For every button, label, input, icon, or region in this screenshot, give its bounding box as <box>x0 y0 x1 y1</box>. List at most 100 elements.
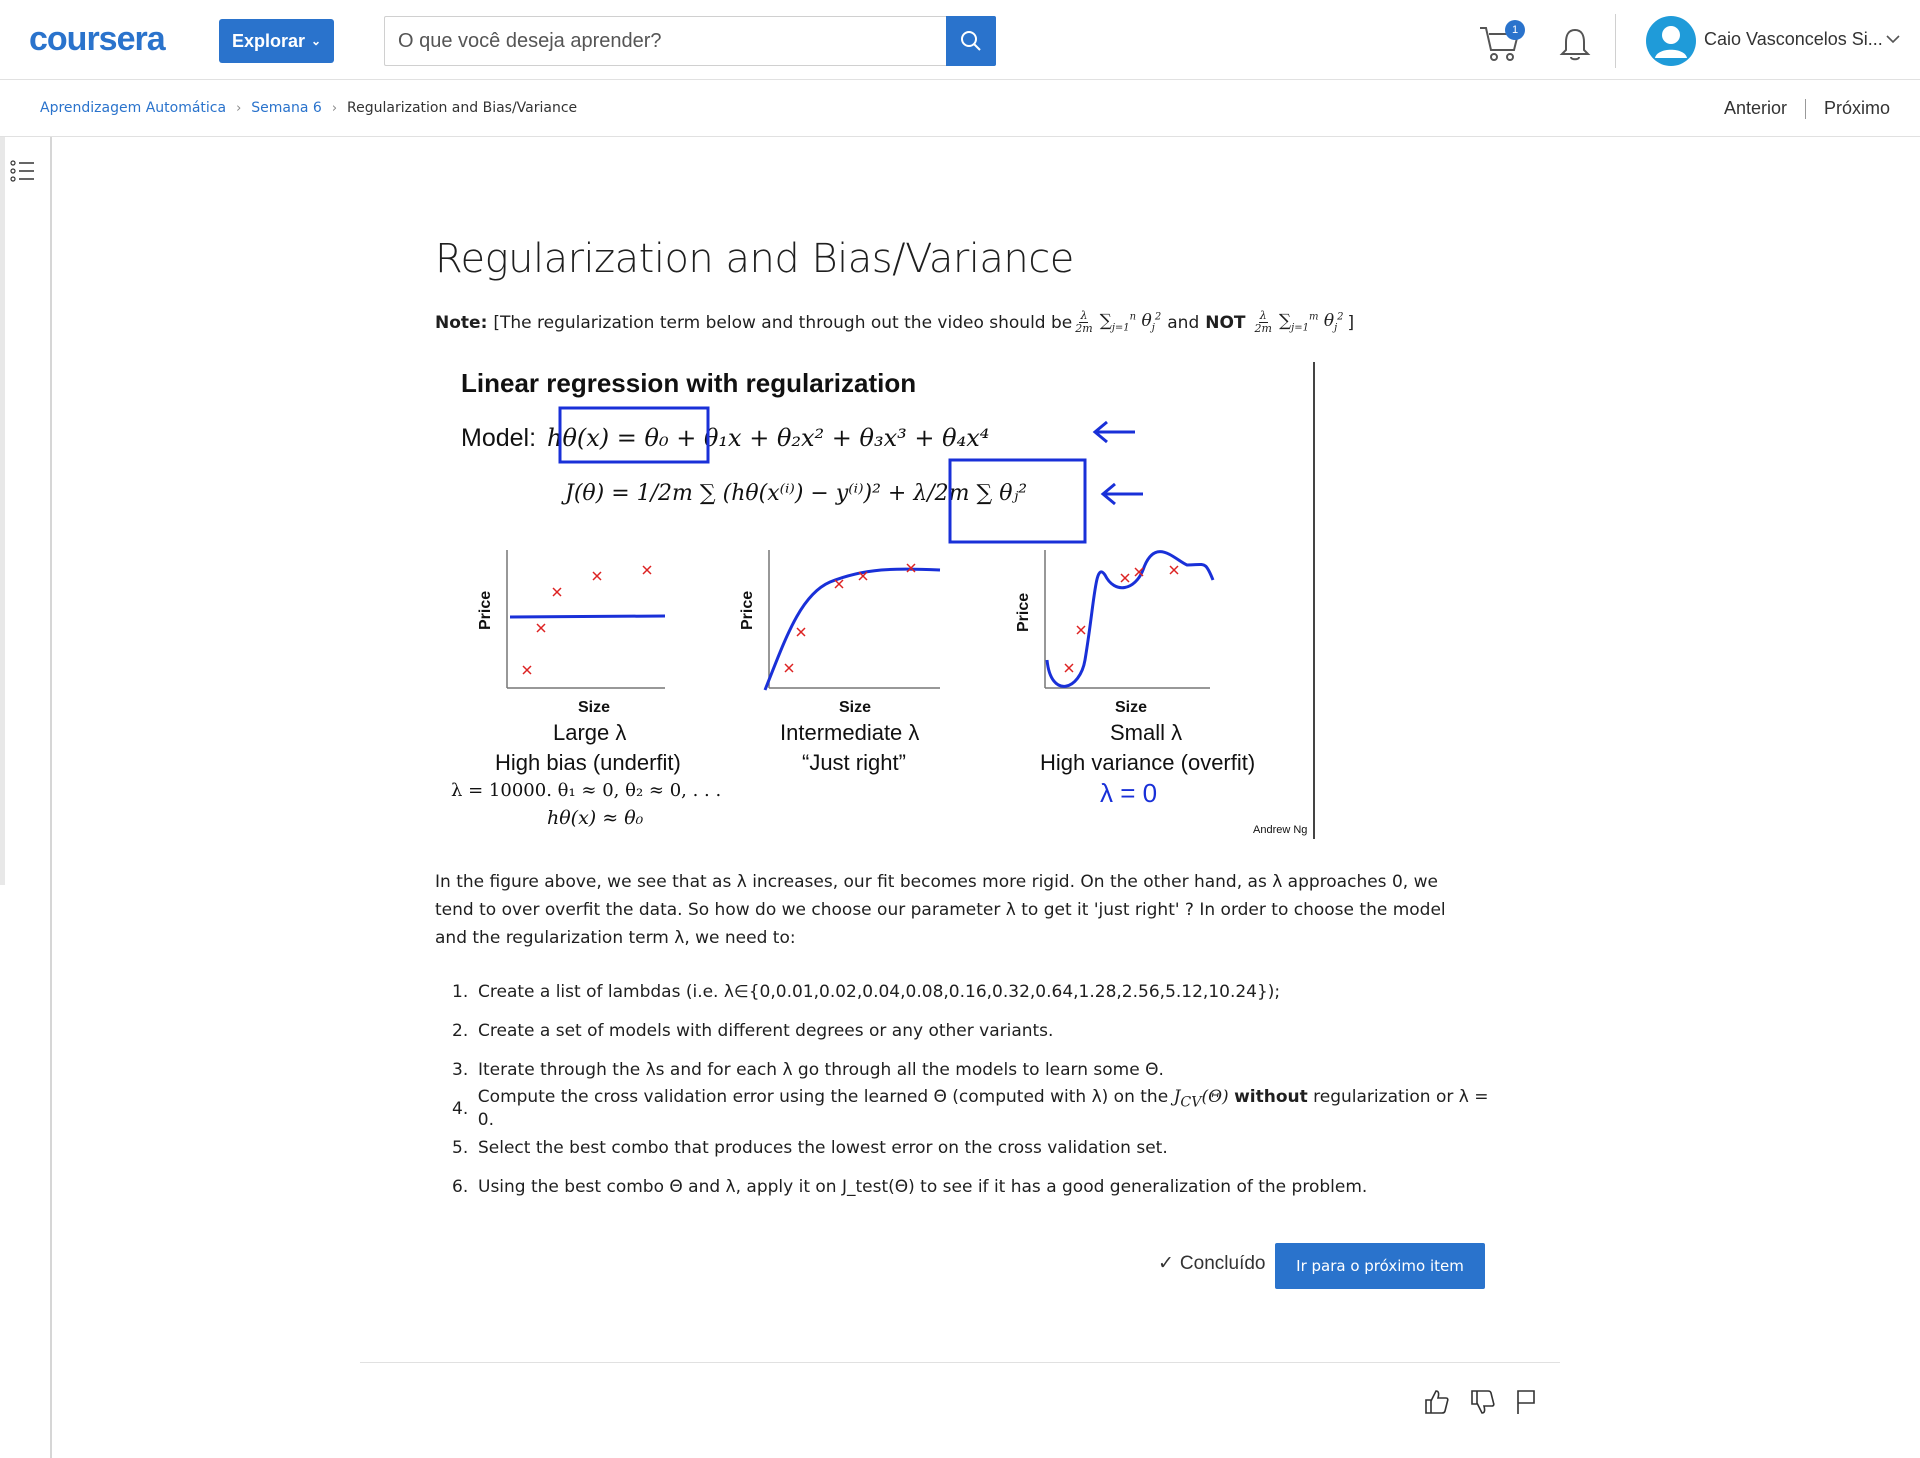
axis-y-label: Price <box>1015 593 1032 632</box>
coursera-logo[interactable]: coursera <box>29 18 191 60</box>
list-item: 1. Create a list of lambdas (i.e. λ∈{0,0.… <box>452 972 1502 1011</box>
divider <box>360 1362 1560 1363</box>
table-of-contents-icon[interactable] <box>10 160 36 182</box>
caption-high-variance: High variance (overfit) <box>1040 750 1255 775</box>
list-number: 5. <box>452 1137 469 1158</box>
plot-overfit: Price Size <box>1015 550 1215 716</box>
note-label: Note: <box>435 312 488 333</box>
arrow-left-icon <box>1100 482 1143 506</box>
nav-divider <box>1804 98 1806 119</box>
list-item-text: Iterate through the λs and for each λ go… <box>478 1059 1164 1080</box>
caption-small-lambda: Small λ <box>1110 720 1182 745</box>
list-item-text: Create a set of models with different de… <box>478 1020 1054 1041</box>
list-item: 3. Iterate through the λs and for each λ … <box>452 1050 1502 1089</box>
search-button[interactable] <box>946 16 996 66</box>
list-item: 4. Compute the cross validation error usi… <box>452 1087 1502 1130</box>
steps-list: 1. Create a list of lambdas (i.e. λ∈{0,0.… <box>452 972 1502 1206</box>
step4-text-before: Compute the cross validation error using… <box>477 1086 1174 1107</box>
list-item: 6. Using the best combo Θ and λ, apply it… <box>452 1167 1502 1206</box>
figure-heading: Linear regression with regularization <box>461 368 916 398</box>
list-number: 1. <box>452 981 469 1002</box>
note: Note: [The regularization term below and… <box>435 310 1354 335</box>
completed-status: ✓ Concluído <box>1158 1252 1265 1275</box>
caption-large-lambda: Large λ <box>553 720 626 745</box>
plot-just-right: Price Size <box>739 550 941 716</box>
search-input[interactable] <box>385 17 946 65</box>
next-link[interactable]: Próximo <box>1824 98 1890 119</box>
axis-y-label: Price <box>739 591 756 630</box>
caption-high-bias: High bias (underfit) <box>495 750 681 775</box>
breadcrumb-course[interactable]: Aprendizagem Automática <box>40 100 226 116</box>
chevron-down-icon: ⌄ <box>310 34 322 48</box>
model-label: Model: <box>461 424 536 452</box>
breadcrumb: Aprendizagem Automática › Semana 6 › Reg… <box>40 100 577 116</box>
list-item-text: Create a list of lambdas (i.e. λ∈{0,0.01… <box>478 981 1281 1002</box>
explore-button[interactable]: Explorar ⌄ <box>219 19 334 63</box>
list-number: 6. <box>452 1176 469 1197</box>
sum-j-1-to-m: ∑j=1m θj2 <box>1278 311 1344 334</box>
caption-lambda-10000: λ = 10000. θ₁ ≈ 0, θ₂ ≈ 0, . . . <box>451 780 721 801</box>
explanation-paragraph: In the figure above, we see that as λ in… <box>435 872 1446 948</box>
checkmark-icon: ✓ <box>1158 1253 1174 1274</box>
avatar[interactable] <box>1646 16 1696 66</box>
sidebar <box>0 137 52 1458</box>
user-icon <box>1655 26 1687 58</box>
flag-icon[interactable] <box>1512 1388 1540 1416</box>
note-and: and <box>1167 312 1200 333</box>
list-number: 2. <box>452 1020 469 1041</box>
username-label[interactable]: Caio Vasconcelos Si... <box>1704 29 1883 50</box>
list-item-text: Using the best combo Θ and λ, apply it o… <box>478 1176 1368 1197</box>
arrow-left-icon <box>1092 420 1135 444</box>
breadcrumb-bar: Aprendizagem Automática › Semana 6 › Reg… <box>0 80 1920 137</box>
list-item: 5. Select the best combo that produces th… <box>452 1128 1502 1167</box>
breadcrumb-current: Regularization and Bias/Variance <box>347 100 578 116</box>
cart-count-badge: 1 <box>1505 20 1525 40</box>
plot-underfit: Price Size <box>477 550 666 716</box>
caption-just-right: “Just right” <box>802 750 906 775</box>
completed-label: Concluído <box>1179 1252 1266 1274</box>
axis-x-label: Size <box>578 699 610 716</box>
search-icon <box>961 31 981 51</box>
previous-link[interactable]: Anterior <box>1724 98 1787 119</box>
list-number: 4. <box>452 1098 469 1119</box>
page-title: Regularization and Bias/Variance <box>435 236 1074 282</box>
caption-lambda-zero: λ = 0 <box>1100 778 1157 808</box>
note-text: [The regularization term below and throu… <box>493 312 1073 333</box>
header-divider <box>1615 14 1616 68</box>
list-item-text: Compute the cross validation error using… <box>478 1087 1502 1130</box>
chevron-down-icon[interactable] <box>1884 30 1902 48</box>
figure-border <box>1313 362 1315 839</box>
chevron-right-icon: › <box>236 100 242 116</box>
list-item-text: Select the best combo that produces the … <box>478 1137 1168 1158</box>
search-bar <box>384 16 996 66</box>
j-cv-formula: JCV(Θ) <box>1173 1086 1229 1111</box>
top-navigation-bar: coursera Explorar ⌄ 1 Caio Vasconcelos S… <box>0 0 1920 80</box>
axis-x-label: Size <box>839 699 871 716</box>
item-navigation: Anterior Próximo <box>1724 98 1890 119</box>
step4-bold: without <box>1234 1086 1308 1107</box>
explore-label: Explorar <box>231 30 305 51</box>
bell-icon[interactable] <box>1558 26 1592 62</box>
note-not: NOT <box>1205 312 1246 333</box>
svg-text:coursera: coursera <box>29 20 167 58</box>
thumbs-down-icon[interactable] <box>1468 1388 1496 1416</box>
chevron-right-icon: › <box>331 100 338 116</box>
axis-x-label: Size <box>1115 699 1147 716</box>
axis-y-label: Price <box>477 591 494 630</box>
lambda-over-2m: λ 2m <box>1075 309 1093 335</box>
caption-intermediate: Intermediate λ <box>780 720 919 745</box>
figure-credit: Andrew Ng <box>1253 824 1307 836</box>
caption-h-theta: hθ(x) ≈ θ₀ <box>547 807 644 829</box>
note-close: ] <box>1347 312 1355 333</box>
next-item-button[interactable]: Ir para o próximo item <box>1275 1243 1485 1289</box>
model-equation: hθ(x) = θ₀ + θ₁x + θ₂x² + θ₃x³ + θ₄x⁴ <box>547 424 989 452</box>
thumbs-up-icon[interactable] <box>1422 1388 1450 1416</box>
list-item: 2. Create a set of models with different … <box>452 1011 1502 1050</box>
list-number: 3. <box>452 1059 469 1080</box>
sum-j-1-to-n: ∑j=1n θj2 <box>1099 311 1162 334</box>
lambda-over-2m: λ 2m <box>1254 309 1272 335</box>
sidebar-scroll-track <box>0 137 5 885</box>
cost-function: J(θ) = 1/2m ∑ (hθ(x⁽ⁱ⁾) − y⁽ⁱ⁾)² + λ/2m … <box>561 481 1027 506</box>
breadcrumb-week[interactable]: Semana 6 <box>251 100 322 116</box>
lecture-slide-figure: Linear regression with regularization Mo… <box>451 368 1307 836</box>
